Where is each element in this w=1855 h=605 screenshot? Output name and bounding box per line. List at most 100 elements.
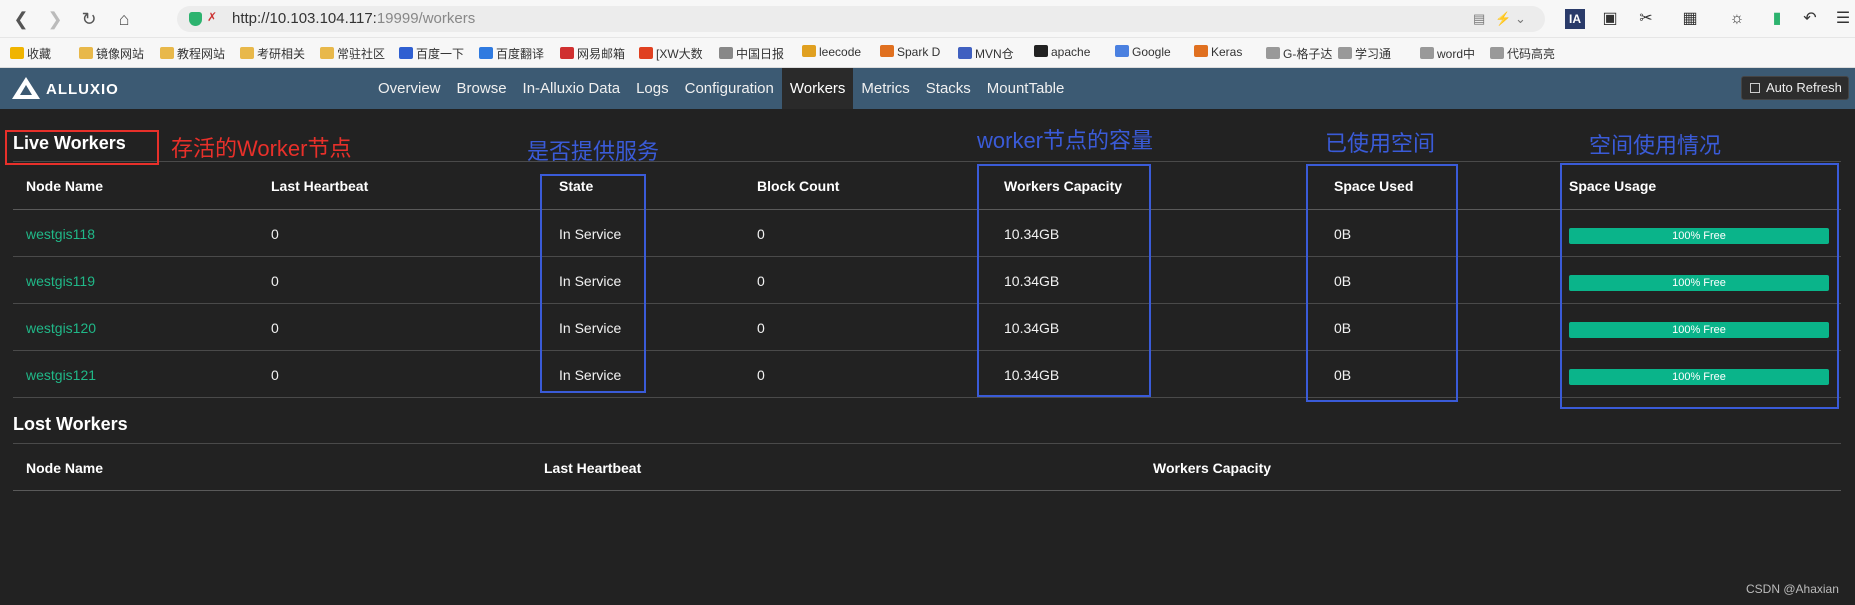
bookmark-label: apache (1051, 45, 1091, 59)
lost-header-node-name: Node Name (26, 460, 104, 476)
browser-toolbar: ❮ ❯ ↻ ⌂ ✗ http://10.103.104.117:19999/wo… (0, 0, 1855, 38)
reader-extension-icon[interactable]: ▣ (1600, 9, 1620, 29)
bookmark-icon (958, 47, 972, 59)
bookmark-icon (160, 47, 174, 59)
bookmark-icon (240, 47, 254, 59)
bookmark-item[interactable]: Google (1115, 45, 1171, 59)
bookmark-label: leecode (819, 45, 862, 59)
home-icon[interactable]: ⌂ (113, 8, 135, 30)
live-header-last-heartbeat: Last Heartbeat (271, 178, 369, 194)
address-bar[interactable]: ✗ http://10.103.104.117:19999/workers ▤ … (177, 6, 1545, 32)
cell-block-count: 0 (757, 226, 765, 242)
bookmark-label: 代码高亮 (1507, 47, 1556, 61)
cell-last-heartbeat: 0 (271, 320, 279, 336)
worker-node-link[interactable]: westgis119 (26, 273, 95, 289)
annotation-capacity: worker节点的容量 (977, 128, 1154, 153)
bookmark-label: Google (1132, 45, 1171, 59)
worker-node-link[interactable]: westgis120 (26, 320, 96, 336)
menu-icon[interactable]: ☰ (1833, 9, 1853, 29)
bookmark-label: 考研相关 (257, 47, 306, 61)
annotation-box-state (540, 174, 646, 393)
divider (13, 443, 1841, 444)
undo-icon[interactable]: ↶ (1800, 9, 1820, 29)
bookmark-item[interactable]: 中国日报 (719, 45, 784, 62)
bookmark-label: G-格子达 (1283, 47, 1333, 61)
bookmark-item[interactable]: MVN仓 (958, 45, 1014, 62)
bookmark-item[interactable]: Spark D (880, 45, 940, 59)
brightness-icon[interactable]: ☼ (1727, 9, 1747, 29)
bookmark-item[interactable]: 网易邮箱 (560, 45, 625, 62)
chevron-down-icon[interactable]: ⌄ (1515, 11, 1526, 27)
cell-last-heartbeat: 0 (271, 273, 279, 289)
bookmark-item[interactable]: G-格子达 (1266, 45, 1332, 62)
battery-icon[interactable]: ▮ (1767, 9, 1787, 29)
annotation-box-capacity (977, 164, 1151, 397)
tab-metrics[interactable]: Metrics (853, 68, 917, 109)
worker-node-link[interactable]: westgis121 (26, 367, 96, 383)
tab-mounttable[interactable]: MountTable (979, 68, 1073, 109)
checkbox-icon[interactable] (1750, 83, 1760, 93)
bookmark-label: [XW大数 (656, 47, 703, 61)
app-header: ALLUXIO Overview Browse In-Alluxio Data Log… (0, 68, 1855, 109)
tab-configuration[interactable]: Configuration (677, 68, 782, 109)
watermark: CSDN @Ahaxian (1746, 582, 1839, 596)
lightning-icon[interactable]: ⚡ (1495, 11, 1511, 27)
bookmark-item[interactable]: Keras (1194, 45, 1242, 59)
bookmark-item[interactable]: word中 (1420, 45, 1475, 62)
tab-workers[interactable]: Workers (781, 68, 854, 109)
cell-last-heartbeat: 0 (271, 367, 279, 383)
back-icon[interactable]: ❮ (10, 8, 32, 30)
bookmark-icon (1490, 47, 1504, 59)
bookmark-label: 收藏 (27, 47, 52, 61)
auto-refresh-toggle[interactable]: Auto Refresh (1741, 76, 1849, 100)
bookmark-label: word中 (1437, 47, 1476, 61)
bookmark-item[interactable]: leecode (802, 45, 861, 59)
cell-last-heartbeat: 0 (271, 226, 279, 242)
bookmark-item[interactable]: apache (1034, 45, 1090, 59)
cell-block-count: 0 (757, 367, 765, 383)
url-text[interactable]: http://10.103.104.117:19999/workers (232, 10, 475, 27)
bookmark-item[interactable]: 学习通 (1338, 45, 1391, 62)
bookmark-item[interactable]: [XW大数 (639, 45, 703, 62)
alluxio-logo-icon (12, 77, 40, 99)
bookmark-icon (79, 47, 93, 59)
bookmark-label: Spark D (897, 45, 941, 59)
reload-icon[interactable]: ↻ (78, 8, 100, 30)
lost-header-last-heartbeat: Last Heartbeat (544, 460, 642, 476)
bookmark-item[interactable]: 常驻社区 (320, 45, 385, 62)
ia-extension-icon[interactable]: IA (1565, 9, 1585, 29)
annotation-box-space-usage (1560, 163, 1839, 409)
tab-overview[interactable]: Overview (370, 68, 449, 109)
worker-node-link[interactable]: westgis118 (26, 226, 95, 242)
tab-in-alluxio-data[interactable]: In-Alluxio Data (515, 68, 629, 109)
bookmark-icon (1420, 47, 1434, 59)
bookmark-icon (560, 47, 574, 59)
lost-workers-title: Lost Workers (13, 414, 128, 434)
bookmark-label: MVN仓 (975, 47, 1014, 61)
reader-mode-icon[interactable]: ▤ (1473, 11, 1485, 27)
bookmark-label: 镜像网站 (96, 47, 145, 61)
logo-text: ALLUXIO (46, 81, 119, 98)
bookmark-item[interactable]: 百度一下 (399, 45, 464, 62)
not-secure-icon: ✗ (207, 10, 218, 24)
bookmark-item[interactable]: 考研相关 (240, 45, 305, 62)
main-nav: Overview Browse In-Alluxio Data Logs Configu… (370, 68, 1072, 109)
bookmark-label: 中国日报 (736, 47, 785, 61)
bookmark-item[interactable]: 教程网站 (160, 45, 225, 62)
bookmark-icon (479, 47, 493, 59)
bookmark-label: Keras (1211, 45, 1243, 59)
bookmark-item[interactable]: 百度翻译 (479, 45, 544, 62)
annotation-live-workers: 存活的Worker节点 (171, 136, 352, 161)
forward-icon[interactable]: ❯ (44, 8, 66, 30)
apps-grid-icon[interactable]: ▦ (1680, 9, 1700, 29)
tab-browse[interactable]: Browse (449, 68, 515, 109)
lost-header-workers-capacity: Workers Capacity (1153, 460, 1272, 476)
bookmark-icon (1266, 47, 1280, 59)
scissors-icon[interactable]: ✂ (1636, 9, 1656, 29)
bookmark-item[interactable]: 收藏 (10, 45, 51, 62)
bookmark-item[interactable]: 代码高亮 (1490, 45, 1555, 62)
bookmark-item[interactable]: 镜像网站 (79, 45, 144, 62)
live-header-block-count: Block Count (757, 178, 840, 194)
tab-stacks[interactable]: Stacks (918, 68, 979, 109)
tab-logs[interactable]: Logs (628, 68, 677, 109)
